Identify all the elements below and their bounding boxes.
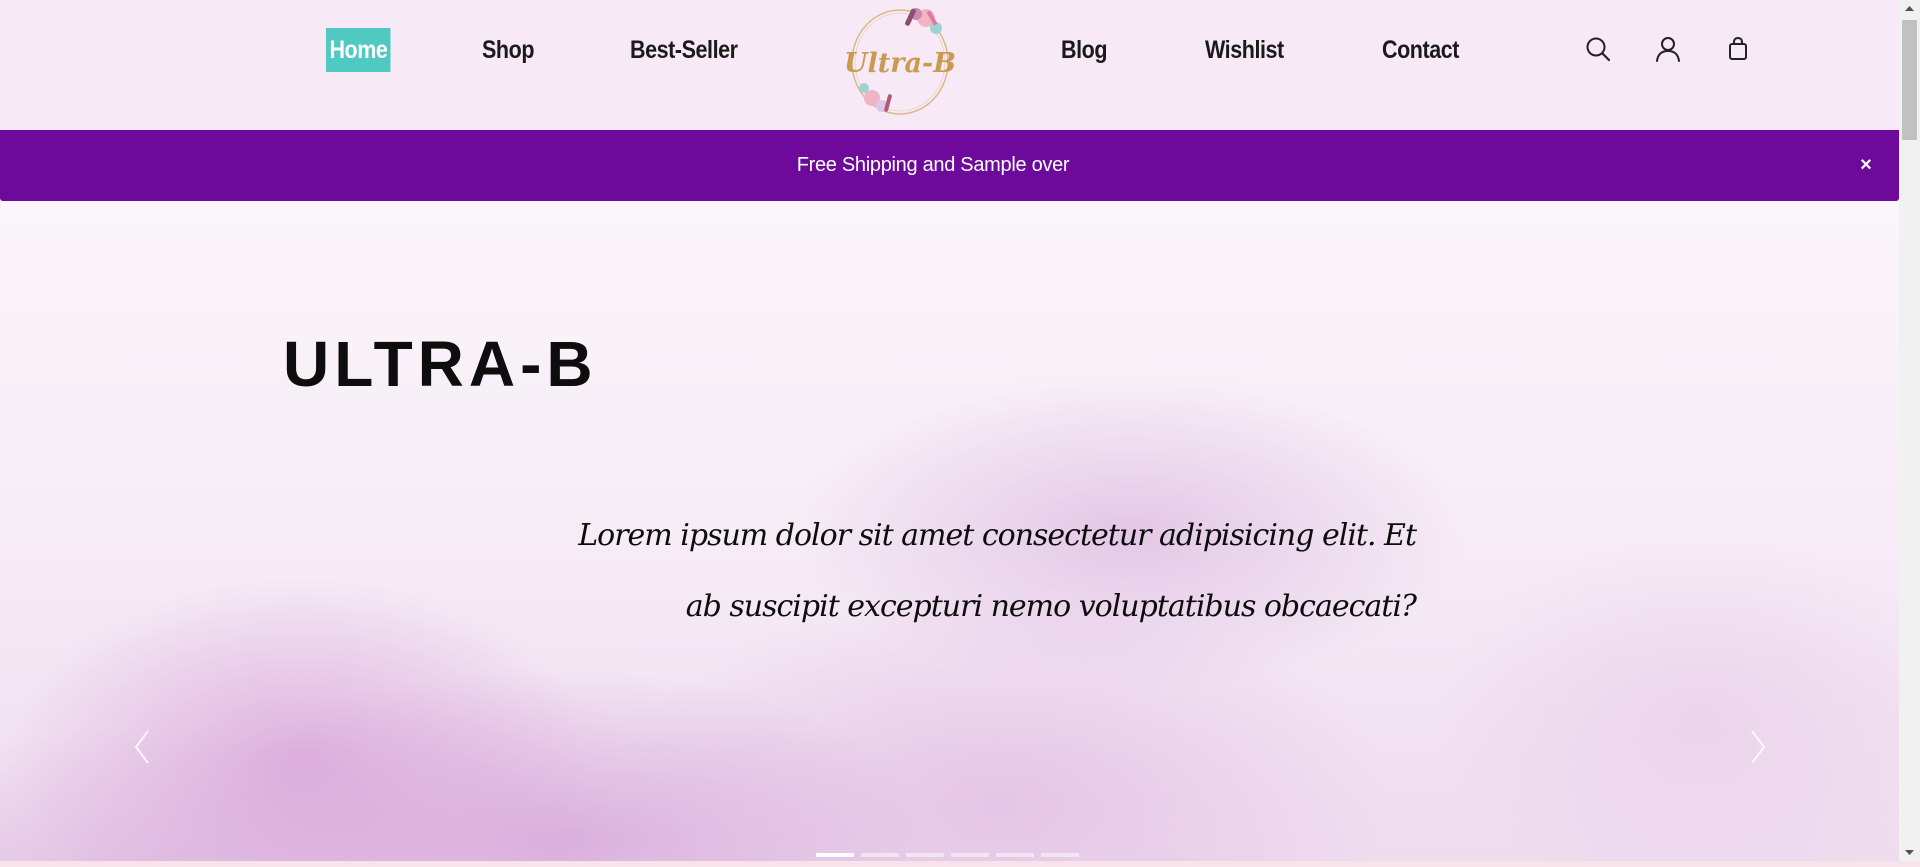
logo[interactable]: Ultra-B bbox=[844, 2, 958, 120]
nav-shop[interactable]: Shop bbox=[482, 28, 534, 72]
announcement-bar: Free Shipping and Sample over × bbox=[0, 130, 1899, 201]
logo-text: Ultra-B bbox=[846, 48, 956, 79]
carousel-indicator-3[interactable] bbox=[906, 853, 944, 857]
nav-wishlist[interactable]: Wishlist bbox=[1205, 28, 1284, 72]
logo-image: Ultra-B bbox=[844, 8, 956, 115]
shopping-bag-icon[interactable] bbox=[1724, 35, 1752, 63]
carousel-indicator-2[interactable] bbox=[861, 853, 899, 857]
announcement-text: Free Shipping and Sample over bbox=[796, 154, 1070, 176]
scroll-down-icon[interactable] bbox=[1899, 844, 1920, 861]
scroll-up-icon[interactable] bbox=[1899, 0, 1920, 17]
carousel-indicator-4[interactable] bbox=[951, 853, 989, 857]
nav-blog[interactable]: Blog bbox=[1061, 28, 1107, 72]
carousel-indicator-5[interactable] bbox=[996, 853, 1034, 857]
scrollbar-thumb[interactable] bbox=[1902, 20, 1917, 140]
site-header: Home Shop Best-Seller Ultra-B Blog Wishl… bbox=[0, 0, 1899, 130]
hero-text: Lorem ipsum dolor sit amet consectetur a… bbox=[578, 518, 1417, 624]
user-icon[interactable] bbox=[1654, 35, 1682, 63]
search-icon[interactable] bbox=[1584, 35, 1612, 63]
close-icon[interactable]: × bbox=[1853, 152, 1879, 178]
carousel-indicator-6[interactable] bbox=[1041, 853, 1079, 857]
page-bottom-strip bbox=[0, 861, 1920, 867]
carousel-indicator-1[interactable] bbox=[816, 853, 854, 857]
carousel-prev-icon[interactable] bbox=[122, 721, 162, 773]
nav-home[interactable]: Home bbox=[326, 28, 391, 72]
nav-best-seller[interactable]: Best-Seller bbox=[630, 28, 738, 72]
scrollbar[interactable] bbox=[1899, 0, 1920, 861]
hero-title: ULTRA-B bbox=[283, 328, 598, 400]
nav-contact[interactable]: Contact bbox=[1382, 28, 1459, 72]
page: Home Shop Best-Seller Ultra-B Blog Wishl… bbox=[0, 0, 1920, 867]
carousel-next-icon[interactable] bbox=[1738, 721, 1778, 773]
